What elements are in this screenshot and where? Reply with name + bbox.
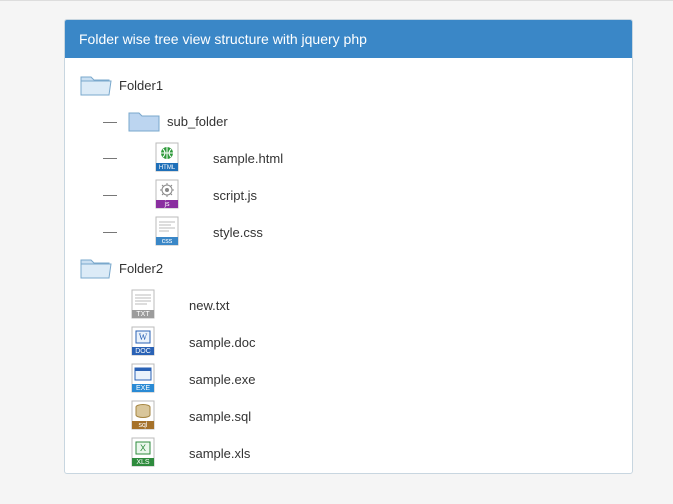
tree-node-file[interactable]: X XLS sample.xls bbox=[103, 435, 618, 472]
tree-node-file[interactable]: W DOC sample.doc bbox=[103, 324, 618, 361]
doc-file-icon: W DOC bbox=[129, 326, 157, 359]
svg-text:DOC: DOC bbox=[135, 348, 151, 355]
svg-text:sql: sql bbox=[139, 422, 148, 429]
tree-node-label: sub_folder bbox=[167, 106, 228, 138]
tree-node-label: Folder2 bbox=[119, 253, 163, 285]
tree-connector-icon bbox=[103, 158, 117, 159]
svg-text:X: X bbox=[140, 443, 146, 453]
tree-node-file[interactable]: HTML sample.html bbox=[103, 140, 618, 177]
tree-node-label: style.css bbox=[213, 217, 263, 249]
tree-root: Folder1 sub_folder bbox=[79, 68, 618, 472]
tree-node-file[interactable]: sql sample.sql bbox=[103, 398, 618, 435]
tree-node-label: sample.exe bbox=[189, 364, 255, 396]
tree-node-file[interactable]: TXT new.txt bbox=[103, 287, 618, 324]
folder-open-icon bbox=[79, 254, 113, 285]
svg-text:W: W bbox=[139, 332, 148, 342]
txt-file-icon: TXT bbox=[129, 289, 157, 322]
tree-node-label: sample.xls bbox=[189, 438, 250, 470]
svg-text:HTML: HTML bbox=[159, 165, 176, 171]
tree-node-folder[interactable]: Folder1 bbox=[79, 68, 618, 104]
page-divider bbox=[0, 0, 673, 1]
tree-node-file[interactable]: EXE sample.exe bbox=[103, 361, 618, 398]
panel-body[interactable]: Folder1 sub_folder bbox=[65, 58, 632, 473]
tree-node-label: script.js bbox=[213, 180, 257, 212]
svg-text:XLS: XLS bbox=[136, 459, 150, 466]
tree-node-file[interactable]: js script.js bbox=[103, 177, 618, 214]
panel-header: Folder wise tree view structure with jqu… bbox=[65, 20, 632, 58]
tree-node-file[interactable]: css style.css bbox=[103, 214, 618, 251]
tree-node-label: Folder1 bbox=[119, 70, 163, 102]
tree-node-label: sample.sql bbox=[189, 401, 251, 433]
tree-connector-icon bbox=[103, 122, 117, 123]
xls-file-icon: X XLS bbox=[129, 437, 157, 470]
exe-file-icon: EXE bbox=[129, 363, 157, 396]
svg-text:css: css bbox=[162, 238, 173, 245]
tree-connector-icon bbox=[103, 232, 117, 233]
tree-node-label: sample.html bbox=[213, 143, 283, 175]
tree-node-label: new.txt bbox=[189, 290, 229, 322]
js-file-icon: js bbox=[153, 179, 181, 212]
tree-connector-icon bbox=[103, 195, 117, 196]
tree-panel: Folder wise tree view structure with jqu… bbox=[64, 19, 633, 474]
tree-node-folder[interactable]: sub_folder bbox=[103, 104, 618, 140]
sql-file-icon: sql bbox=[129, 400, 157, 433]
svg-text:TXT: TXT bbox=[136, 311, 150, 318]
folder-open-icon bbox=[79, 71, 113, 102]
tree-node-folder[interactable]: Folder2 bbox=[79, 251, 618, 287]
html-file-icon: HTML bbox=[153, 142, 181, 175]
panel-title: Folder wise tree view structure with jqu… bbox=[79, 31, 367, 47]
svg-text:js: js bbox=[163, 201, 170, 208]
svg-text:EXE: EXE bbox=[136, 385, 150, 392]
tree-node-label: sample.doc bbox=[189, 327, 255, 359]
folder-icon bbox=[127, 107, 161, 138]
css-file-icon: css bbox=[153, 216, 181, 249]
